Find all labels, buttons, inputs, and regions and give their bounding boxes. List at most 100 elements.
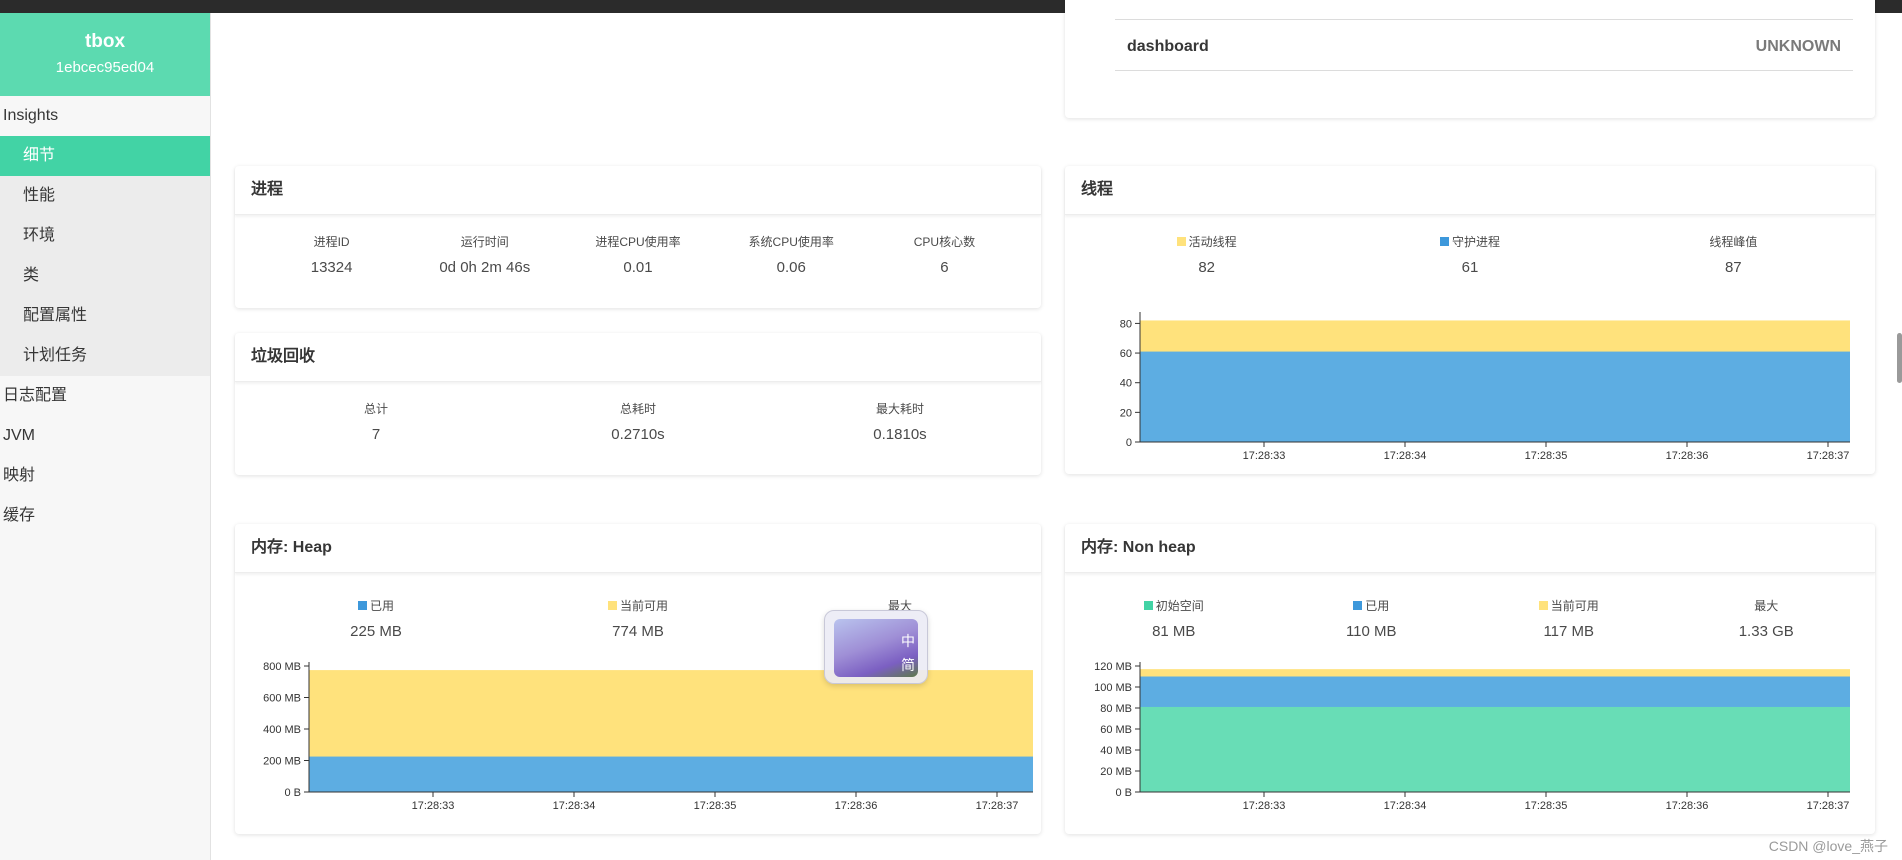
stat-value: 774 MB <box>612 623 664 640</box>
y-tick-label: 40 MB <box>1100 745 1132 757</box>
health-row-truncated: enabled true <box>1115 0 1853 20</box>
sidebar-item-environment[interactable]: 环境 <box>0 216 210 256</box>
sidebar-item-jvm[interactable]: JVM <box>0 416 210 456</box>
gc-title: 垃圾回收 <box>235 333 1041 382</box>
stat-daemon-threads: 守护进程 61 <box>1338 234 1601 276</box>
stat-label: 线程峰值 <box>1709 235 1758 249</box>
sidebar-item-config-props[interactable]: 配置属性 <box>0 296 210 336</box>
x-tick-label: 17:28:34 <box>553 800 596 812</box>
sidebar-item-classes[interactable]: 类 <box>0 256 210 296</box>
x-tick-label: 17:28:37 <box>976 800 1019 812</box>
stat-value: 6 <box>940 259 949 276</box>
stat-label: 系统CPU使用率 <box>748 235 834 249</box>
stat-nonheap-max: 最大 1.33 GB <box>1668 598 1866 640</box>
stat-value: 7 <box>371 426 381 443</box>
health-row: dashboard UNKNOWN <box>1115 23 1853 71</box>
stat-peak-threads: 线程峰值 87 <box>1602 234 1865 276</box>
x-tick-label: 17:28:35 <box>1525 800 1568 812</box>
nonheap-chart: 0 B 20 MB 40 MB 60 MB 80 MB 100 MB 120 MB 17:28… <box>1094 661 1850 812</box>
threads-chart: 0 20 40 60 80 17:28:33 17:28:34 17:28:35 17:28:3… <box>1120 312 1850 462</box>
y-tick-label: 400 MB <box>263 724 301 736</box>
sidebar-item-scheduled-tasks[interactable]: 计划任务 <box>0 336 210 376</box>
health-status: UNKNOWN <box>1755 37 1841 55</box>
y-tick-label: 60 <box>1120 348 1132 360</box>
y-tick-label: 20 MB <box>1100 766 1132 778</box>
sidebar: tbox 1ebcec95ed04 Insights 细节 性能 环境 类 配置… <box>0 13 211 860</box>
brand-header[interactable]: tbox 1ebcec95ed04 <box>0 13 210 96</box>
stat-gc-total-time: 总耗时 0.2710s <box>507 401 769 443</box>
stat-label: 已用 <box>1273 598 1471 614</box>
y-tick-label: 20 <box>1120 407 1132 419</box>
x-tick-label: 17:28:34 <box>1384 450 1427 462</box>
stat-value: 0.01 <box>623 259 653 276</box>
nonheap-title: 内存: Non heap <box>1065 524 1875 573</box>
threads-stats: 活动线程 82 守护进程 61 线程峰值 87 <box>1065 234 1875 276</box>
y-tick-label: 80 <box>1120 318 1132 330</box>
widget-glyph-icon: 简 <box>901 657 915 673</box>
nav-group-insights[interactable]: Insights <box>0 96 210 136</box>
stat-gc-count: 总计 7 <box>245 401 507 443</box>
legend-label: 已用 <box>1365 599 1390 613</box>
legend-swatch <box>357 601 367 610</box>
stat-value: 61 <box>1461 259 1479 276</box>
sidebar-item-caches[interactable]: 缓存 <box>0 496 210 536</box>
x-tick-label: 17:28:33 <box>412 800 455 812</box>
x-tick-label: 17:28:36 <box>1666 800 1709 812</box>
y-tick-label: 40 <box>1120 378 1132 390</box>
gc-card: 垃圾回收 总计 7 总耗时 0.2710s 最大耗时 0.1810s <box>235 333 1041 475</box>
stat-nonheap-init: 初始空间 81 MB <box>1075 598 1273 640</box>
scrollbar-thumb[interactable] <box>1897 333 1902 383</box>
legend-swatch <box>607 601 617 610</box>
watermark: CSDN @love_燕子 <box>1768 838 1888 854</box>
x-tick-label: 17:28:37 <box>1807 800 1850 812</box>
legend-swatch <box>1439 237 1449 246</box>
legend-label: 已用 <box>369 599 394 613</box>
x-tick-label: 17:28:36 <box>1666 450 1709 462</box>
stat-label: 当前可用 <box>507 598 769 614</box>
stat-value: 117 MB <box>1543 623 1595 640</box>
stat-label: 总耗时 <box>619 402 656 416</box>
main-content: enabled true dashboard UNKNOWN 进程 进程ID 13… <box>211 0 1902 860</box>
sidebar-item-details[interactable]: 细节 <box>0 136 210 176</box>
stat-label: 守护进程 <box>1338 234 1601 250</box>
floating-image-widget[interactable]: 中 简 <box>824 610 928 684</box>
stat-value: 0.2710s <box>611 426 665 443</box>
heap-title: 内存: Heap <box>235 524 1041 573</box>
x-tick-label: 17:28:33 <box>1243 800 1286 812</box>
legend-label: 当前可用 <box>1550 599 1599 613</box>
stat-cpu-cores: CPU核心数 6 <box>868 234 1021 276</box>
process-title: 进程 <box>235 166 1041 215</box>
insights-submenu: 细节 性能 环境 类 配置属性 计划任务 <box>0 136 210 376</box>
nonheap-stats: 初始空间 81 MB 已用 110 MB 当前可用 117 MB 最大 1.33 GB <box>1065 598 1875 640</box>
stat-value: 0.06 <box>776 259 806 276</box>
stat-heap-used: 已用 225 MB <box>245 598 507 640</box>
instance-id: 1ebcec95ed04 <box>55 59 155 76</box>
y-tick-label: 200 MB <box>263 756 301 768</box>
legend-label: 活动线程 <box>1188 235 1237 249</box>
x-tick-label: 17:28:37 <box>1807 450 1850 462</box>
legend-label: 守护进程 <box>1451 235 1500 249</box>
y-tick-label: 800 MB <box>263 661 301 673</box>
x-tick-label: 17:28:33 <box>1243 450 1286 462</box>
stat-label: 最大耗时 <box>875 402 924 416</box>
series-area <box>1140 351 1850 442</box>
stat-nonheap-committed: 当前可用 117 MB <box>1470 598 1668 640</box>
y-tick-label: 60 MB <box>1100 724 1132 736</box>
sidebar-item-metrics[interactable]: 性能 <box>0 176 210 216</box>
stat-value: 13324 <box>310 259 353 276</box>
nonheap-card: 内存: Non heap 初始空间 81 MB 已用 110 MB 当前可用 117 … <box>1065 524 1875 834</box>
health-card: enabled true dashboard UNKNOWN <box>1065 0 1875 118</box>
x-tick-label: 17:28:35 <box>694 800 737 812</box>
legend-swatch <box>1143 601 1153 610</box>
stat-value: 225 MB <box>350 623 402 640</box>
stat-heap-committed: 当前可用 774 MB <box>507 598 769 640</box>
gc-stats: 总计 7 总耗时 0.2710s 最大耗时 0.1810s <box>235 401 1041 443</box>
y-tick-label: 600 MB <box>263 693 301 705</box>
stat-value: 0.1810s <box>873 426 927 443</box>
sidebar-item-logging[interactable]: 日志配置 <box>0 376 210 416</box>
stat-uptime: 运行时间 0d 0h 2m 46s <box>408 234 561 276</box>
stat-live-threads: 活动线程 82 <box>1075 234 1338 276</box>
stat-label: CPU核心数 <box>913 235 976 249</box>
sidebar-item-mappings[interactable]: 映射 <box>0 456 210 496</box>
stat-label: 运行时间 <box>460 235 509 249</box>
